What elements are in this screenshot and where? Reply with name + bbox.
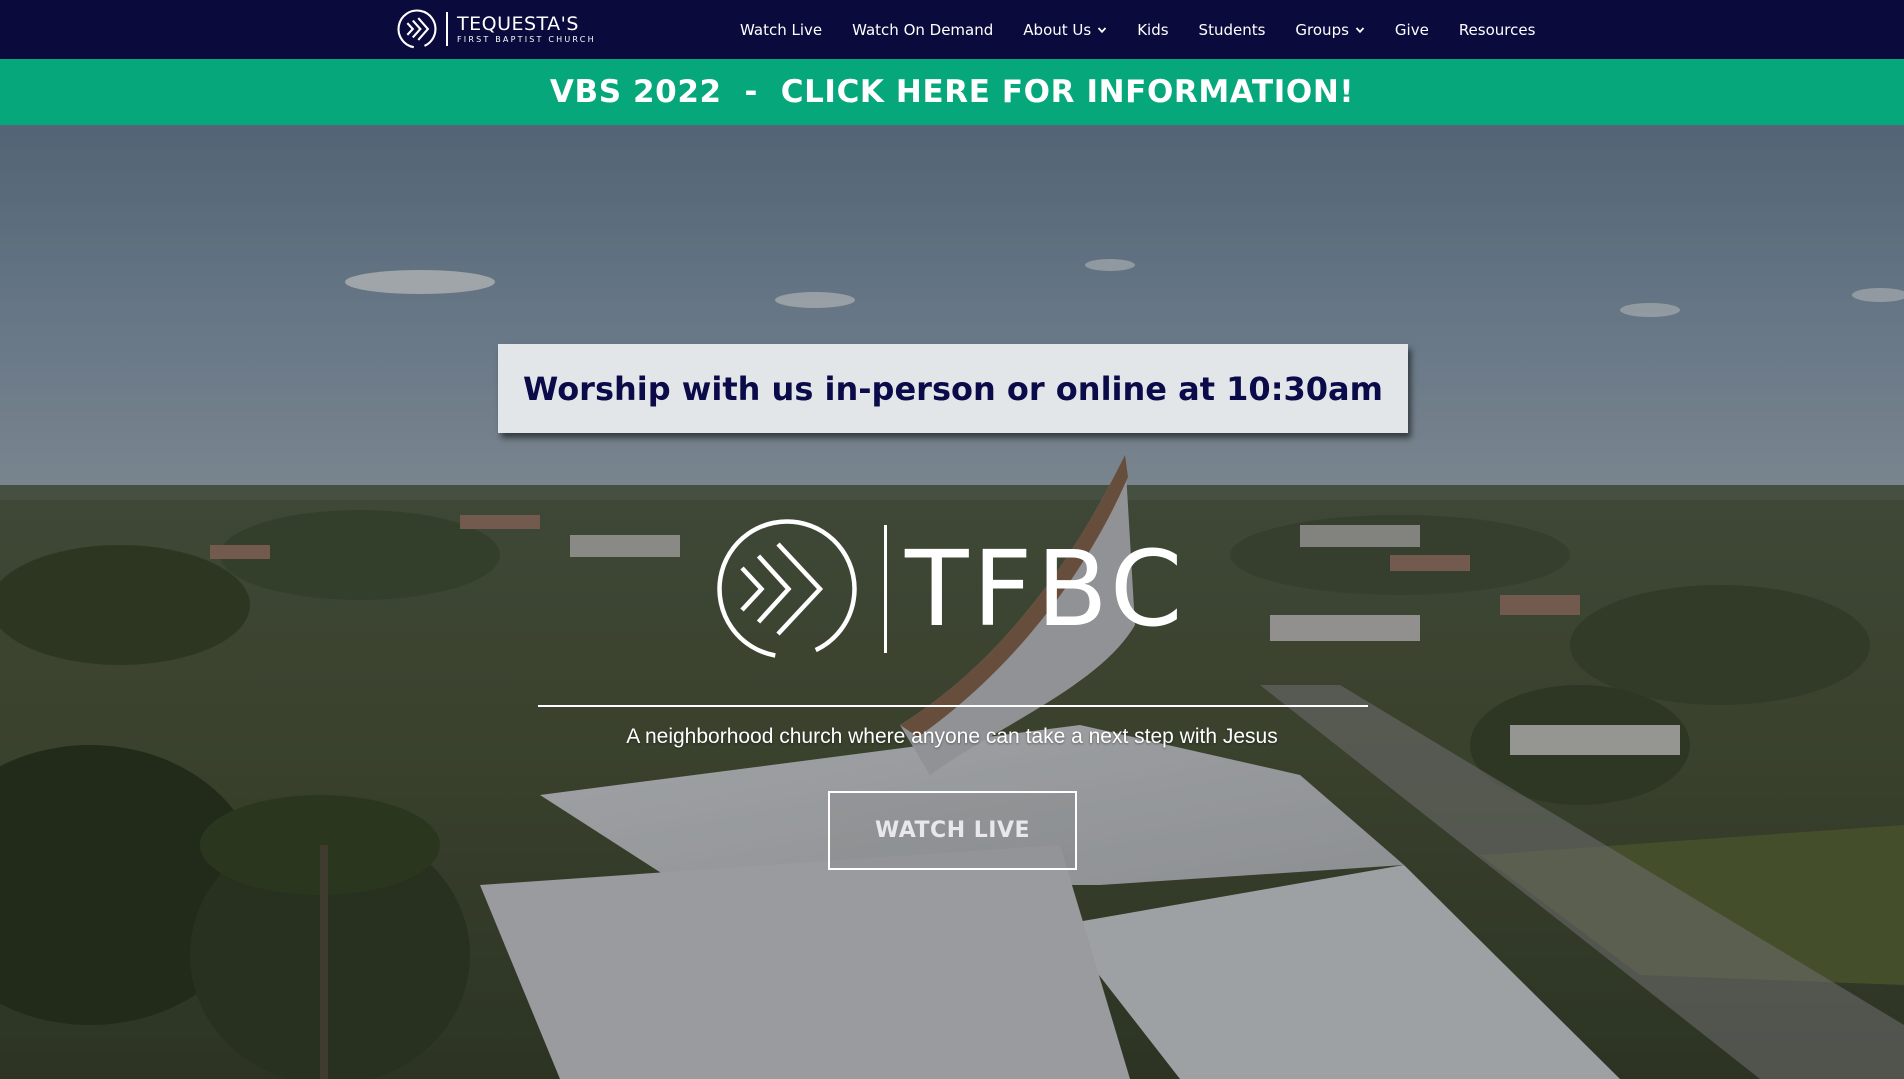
nav-item-about-us[interactable]: About Us bbox=[1023, 21, 1107, 39]
nav-label: Kids bbox=[1137, 20, 1169, 39]
nav-item-give[interactable]: Give bbox=[1395, 21, 1429, 39]
worship-times-box: Worship with us in-person or online at 1… bbox=[498, 344, 1408, 433]
nav-label: Watch Live bbox=[740, 20, 823, 39]
hero-logo: TFBC bbox=[712, 514, 1186, 664]
nav-item-watch-on-demand[interactable]: Watch On Demand bbox=[852, 21, 993, 39]
nav-item-watch-live[interactable]: Watch Live bbox=[740, 21, 822, 39]
main-nav: Watch Live Watch On Demand About Us Kids… bbox=[740, 0, 1535, 59]
chevron-circle-logo-icon bbox=[397, 9, 437, 49]
worship-times-text: Worship with us in-person or online at 1… bbox=[523, 369, 1383, 408]
vbs-announcement-banner[interactable]: VBS 2022 - CLICK HERE FOR INFORMATION! bbox=[0, 59, 1904, 125]
hero-logo-divider bbox=[884, 525, 887, 653]
hero-divider-line bbox=[538, 705, 1368, 707]
chevron-down-icon bbox=[1098, 26, 1107, 33]
nav-label: Give bbox=[1394, 20, 1429, 39]
brand-name: TEQUESTA'S bbox=[457, 12, 579, 35]
nav-label: About Us bbox=[1023, 20, 1092, 39]
watch-live-button-label: WATCH LIVE bbox=[874, 818, 1031, 843]
brand-divider bbox=[446, 12, 448, 46]
chevron-down-icon bbox=[1355, 26, 1365, 33]
nav-item-kids[interactable]: Kids bbox=[1137, 21, 1168, 39]
hero-logo-text: TFBC bbox=[905, 528, 1187, 650]
nav-label: Groups bbox=[1295, 20, 1349, 39]
chevron-circle-logo-icon bbox=[717, 519, 857, 659]
watch-live-button[interactable]: WATCH LIVE bbox=[828, 791, 1077, 870]
brand-logo-link[interactable]: TEQUESTA'S FIRST BAPTIST CHURCH bbox=[396, 8, 596, 50]
nav-item-students[interactable]: Students bbox=[1199, 21, 1266, 39]
site-header: TEQUESTA'S FIRST BAPTIST CHURCH Watch Li… bbox=[0, 0, 1904, 59]
nav-label: Resources bbox=[1458, 20, 1536, 39]
announcement-text: VBS 2022 - CLICK HERE FOR INFORMATION! bbox=[549, 74, 1355, 110]
hero-tagline: A neighborhood church where anyone can t… bbox=[626, 725, 1278, 748]
brand-text: TEQUESTA'S FIRST BAPTIST CHURCH bbox=[457, 12, 596, 44]
nav-label: Students bbox=[1198, 20, 1266, 39]
nav-item-groups[interactable]: Groups bbox=[1295, 20, 1365, 39]
hero-section: Worship with us in-person or online at 1… bbox=[0, 125, 1904, 1079]
nav-label: Watch On Demand bbox=[852, 20, 994, 39]
brand-subtitle: FIRST BAPTIST CHURCH bbox=[457, 34, 596, 44]
nav-item-resources[interactable]: Resources bbox=[1459, 21, 1536, 39]
